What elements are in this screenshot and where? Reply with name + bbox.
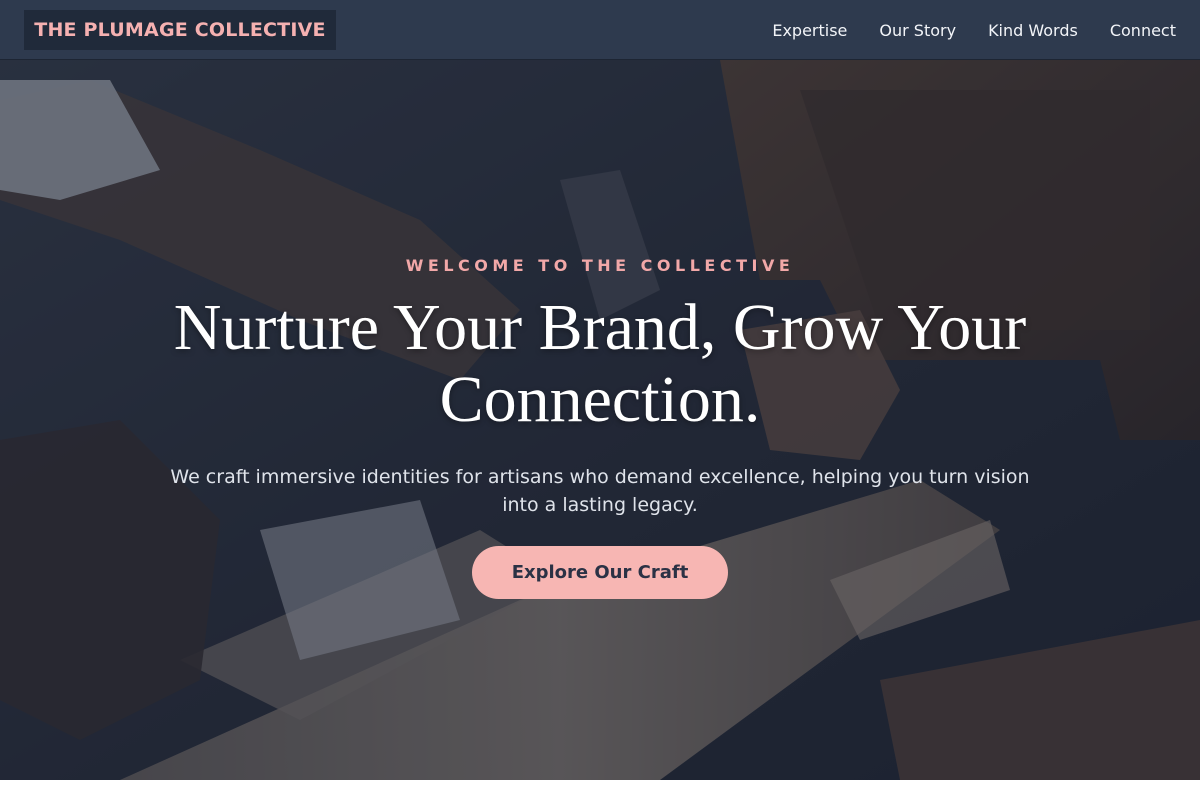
hero-subtext: We craft immersive identities for artisa… bbox=[170, 466, 1030, 516]
main-nav: Expertise Our Story Kind Words Connect bbox=[772, 0, 1176, 60]
hero-headline: Nurture Your Brand, Grow Your Connection… bbox=[173, 291, 1027, 436]
hero-eyebrow: WELCOME TO THE COLLECTIVE bbox=[405, 256, 795, 275]
nav-link-kind-words[interactable]: Kind Words bbox=[988, 21, 1078, 40]
nav-link-our-story[interactable]: Our Story bbox=[879, 21, 956, 40]
brand-logo[interactable]: THE PLUMAGE COLLECTIVE bbox=[24, 10, 336, 50]
nav-link-expertise[interactable]: Expertise bbox=[772, 21, 847, 40]
site-header: THE PLUMAGE COLLECTIVE Expertise Our Sto… bbox=[0, 0, 1200, 60]
hero-content: WELCOME TO THE COLLECTIVE Nurture Your B… bbox=[0, 60, 1200, 780]
page-bottom-strip bbox=[0, 780, 1200, 800]
hero-section: WELCOME TO THE COLLECTIVE Nurture Your B… bbox=[0, 60, 1200, 780]
nav-link-connect[interactable]: Connect bbox=[1110, 21, 1176, 40]
explore-craft-button[interactable]: Explore Our Craft bbox=[472, 546, 728, 599]
